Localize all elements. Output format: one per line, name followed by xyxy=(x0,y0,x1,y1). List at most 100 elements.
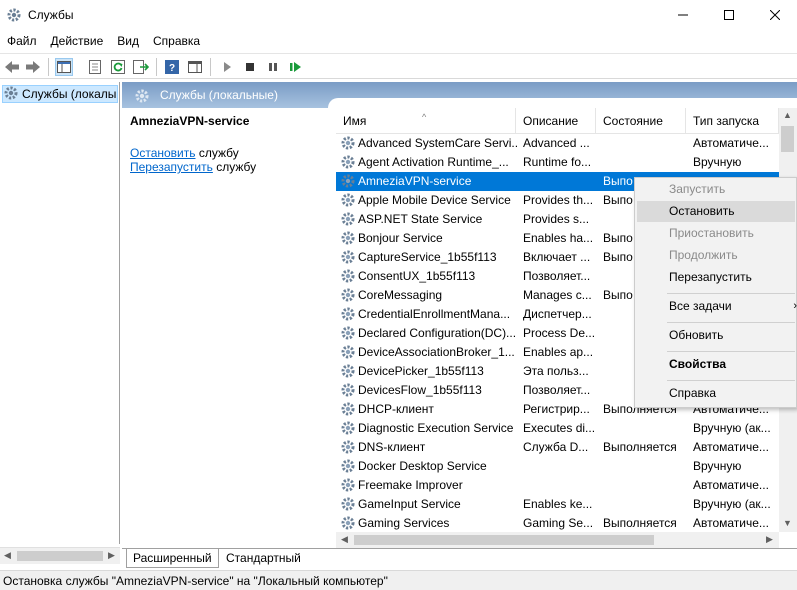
menu-help[interactable]: Справка xyxy=(146,34,207,48)
scroll-left-icon[interactable]: ◀ xyxy=(341,534,348,545)
tab-extended[interactable]: Расширенный xyxy=(126,549,219,568)
table-row[interactable]: GameInput Service Enables ke... Вручную (а… xyxy=(336,495,779,514)
sort-ascending-icon: ^ xyxy=(422,112,427,122)
service-gear-icon xyxy=(340,192,356,208)
service-description: Эта польз... xyxy=(523,364,589,378)
service-description: Runtime fo... xyxy=(523,155,592,169)
help-icon[interactable]: ? xyxy=(163,58,181,76)
service-gear-icon xyxy=(340,154,356,170)
context-menu-item[interactable]: Запустить xyxy=(637,179,795,200)
service-name: Advanced SystemCare Servi... xyxy=(358,136,518,150)
tab-standard[interactable]: Стандартный xyxy=(220,549,307,568)
scroll-down-icon[interactable]: ▼ xyxy=(783,518,792,528)
context-menu-item[interactable]: Все задачи › xyxy=(637,296,797,317)
service-startup-type: Вручную (ак... xyxy=(693,497,771,511)
service-name: ConsentUX_1b55f113 xyxy=(358,269,476,283)
back-arrow-icon[interactable] xyxy=(3,58,21,76)
column-startup-type[interactable]: Тип запуска xyxy=(686,108,779,134)
menu-separator xyxy=(667,380,795,381)
table-row[interactable]: Advanced SystemCare Servi... Advanced ...… xyxy=(336,134,779,153)
menu-action[interactable]: Действие xyxy=(44,34,111,48)
console-tree-pane: Службы (локалы xyxy=(0,82,120,544)
context-menu-item-label: Продолжить xyxy=(669,248,738,262)
pane-header: Службы (локальные) xyxy=(122,82,797,108)
left-horizontal-scrollbar[interactable]: ◀ ▶ xyxy=(0,547,120,564)
services-gear-icon xyxy=(3,86,19,102)
context-menu-item-label: Запустить xyxy=(669,182,726,196)
service-state xyxy=(603,419,685,438)
table-row[interactable]: DNS-клиент Служба D... Выполняется Автомати… xyxy=(336,438,779,457)
table-row[interactable]: Gaming Services Gaming Se... Выполняется Ав… xyxy=(336,514,779,532)
status-bar: Остановка службы "AmneziaVPN-service" на… xyxy=(0,570,797,590)
properties-icon[interactable] xyxy=(86,58,104,76)
scroll-left-icon[interactable]: ◀ xyxy=(4,550,11,561)
column-state[interactable]: Состояние xyxy=(596,108,686,134)
service-state xyxy=(603,134,685,153)
maximize-button[interactable] xyxy=(706,0,752,30)
context-menu-item[interactable]: Перезапустить xyxy=(637,267,795,288)
scroll-thumb[interactable] xyxy=(354,535,654,545)
column-description[interactable]: Описание xyxy=(516,108,596,134)
context-menu: Запустить Остановить Приостановить Продолжи… xyxy=(634,177,797,408)
scroll-right-icon[interactable]: ▶ xyxy=(108,550,115,561)
service-gear-icon xyxy=(340,268,356,284)
table-row[interactable]: Freemake Improver Автоматиче... xyxy=(336,476,779,495)
close-button[interactable] xyxy=(752,0,797,30)
refresh-icon[interactable] xyxy=(109,58,127,76)
stop-service-link[interactable]: Остановить xyxy=(130,146,196,160)
minimize-button[interactable] xyxy=(660,0,706,30)
service-description xyxy=(523,172,597,191)
service-startup-type: Автоматиче... xyxy=(693,440,769,454)
context-menu-item[interactable]: Остановить xyxy=(637,201,795,222)
window-title: Службы xyxy=(28,8,74,22)
table-row[interactable]: Agent Activation Runtime_... Runtime fo..… xyxy=(336,153,779,172)
console-tree-icon[interactable] xyxy=(55,58,73,76)
service-gear-icon xyxy=(340,363,356,379)
stop-service-icon[interactable] xyxy=(241,58,259,76)
context-menu-item[interactable]: Свойства xyxy=(637,354,795,375)
svg-text:?: ? xyxy=(169,63,175,74)
pane-header-title: Службы (локальные) xyxy=(160,88,278,102)
service-name: Declared Configuration(DC)... xyxy=(358,326,517,340)
context-menu-item-label: Свойства xyxy=(669,357,727,371)
menu-file[interactable]: Файл xyxy=(0,34,44,48)
scroll-up-icon[interactable]: ▲ xyxy=(783,110,792,120)
service-name: Diagnostic Execution Service xyxy=(358,421,514,435)
restart-service-icon[interactable] xyxy=(287,58,305,76)
context-menu-item[interactable]: Справка xyxy=(637,383,795,404)
service-state xyxy=(603,495,685,514)
restart-link-suffix: службу xyxy=(212,160,257,174)
menu-view[interactable]: Вид xyxy=(110,34,146,48)
show-hide-pane-icon[interactable] xyxy=(186,58,204,76)
table-row[interactable]: Docker Desktop Service Вручную xyxy=(336,457,779,476)
service-startup-type: Автоматиче... xyxy=(693,136,769,150)
scroll-thumb[interactable] xyxy=(781,126,794,152)
context-menu-item[interactable]: Продолжить xyxy=(637,245,795,266)
service-gear-icon xyxy=(340,230,356,246)
context-menu-item[interactable]: Обновить xyxy=(637,325,795,346)
tree-item-services-local[interactable]: Службы (локалы xyxy=(2,85,118,103)
scroll-thumb[interactable] xyxy=(17,551,103,561)
service-gear-icon xyxy=(340,287,356,303)
scroll-right-icon[interactable]: ▶ xyxy=(766,534,773,545)
start-service-icon[interactable] xyxy=(218,58,236,76)
forward-arrow-icon[interactable] xyxy=(24,58,42,76)
context-menu-item[interactable]: Приостановить xyxy=(637,223,795,244)
horizontal-scrollbar[interactable]: ◀ ▶ xyxy=(336,532,779,548)
export-list-icon[interactable] xyxy=(132,58,150,76)
column-name[interactable]: Имя ^ xyxy=(336,108,516,134)
service-description: Позволяет... xyxy=(523,269,591,283)
context-menu-item-label: Все задачи xyxy=(669,299,732,313)
table-row[interactable]: Diagnostic Execution Service Executes di.… xyxy=(336,419,779,438)
title-bar: Службы xyxy=(0,0,797,30)
service-name: Apple Mobile Device Service xyxy=(358,193,511,207)
service-gear-icon xyxy=(340,477,356,493)
service-gear-icon xyxy=(340,515,356,531)
service-gear-icon xyxy=(340,420,356,436)
restart-service-link[interactable]: Перезапустить xyxy=(130,160,213,174)
service-gear-icon xyxy=(340,173,356,189)
service-name: GameInput Service xyxy=(358,497,461,511)
service-name: DNS-клиент xyxy=(358,440,426,454)
pause-service-icon[interactable] xyxy=(264,58,282,76)
service-description: Provides s... xyxy=(523,212,590,226)
